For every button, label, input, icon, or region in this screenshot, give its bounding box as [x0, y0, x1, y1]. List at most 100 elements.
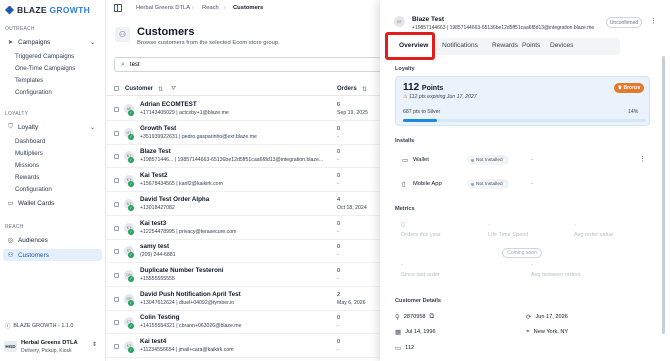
search-input[interactable] — [129, 61, 330, 68]
sidebar-item-campaigns[interactable]: ➤ Campaigns ⌄ — [3, 36, 102, 48]
metric-label: Avg order value — [574, 232, 614, 238]
sort-icon[interactable]: ⇅ — [362, 86, 367, 93]
sidebar-item-dashboard[interactable]: Dashboard — [15, 138, 45, 145]
row-checkbox[interactable] — [114, 225, 119, 231]
store-name[interactable]: Herbal Greens DTLA — [21, 340, 78, 346]
sidebar-item-templates[interactable]: Templates — [15, 77, 43, 84]
metric-label: Orders this year — [401, 232, 441, 238]
main-content: Herbal Greens DTLA › Reach › Customers ⚇… — [106, 0, 386, 361]
order-count: 2 — [337, 291, 341, 298]
customer-contact: +15678434565 | karif2@kaikirk.com — [140, 181, 223, 188]
order-count: 0 — [337, 149, 341, 156]
metric-since-last-order: - Since last order — [401, 262, 440, 278]
table-row[interactable]: CT Colin Testing+14155554321 | cbrann+063… — [106, 310, 386, 335]
sidebar-item-triggered-campaigns[interactable]: Triggered Campaigns — [15, 53, 74, 60]
sort-icon[interactable]: ⇅ — [158, 86, 163, 93]
row-checkbox[interactable] — [114, 249, 119, 255]
order-count: 0 — [337, 339, 341, 345]
sidebar-toggle-icon[interactable] — [114, 4, 122, 12]
sidebar: BLAZE GROWTH OUTREACH ➤ Campaigns ⌄ Trig… — [0, 0, 106, 361]
install-status-badge: Not Installed — [467, 155, 509, 165]
sidebar-item-wallet-cards[interactable]: ▭ Wallet Cards — [3, 197, 102, 209]
blaze-logo-icon — [5, 5, 14, 15]
tab-devices[interactable]: Devices — [550, 42, 573, 49]
row-checkbox[interactable] — [114, 201, 119, 207]
store-switch-icon[interactable]: ⇕ — [92, 341, 97, 348]
column-header-orders[interactable]: Orders — [337, 86, 357, 92]
order-count: 0 — [337, 125, 341, 132]
order-count: 4 — [337, 196, 341, 203]
sidebar-item-campaign-configuration[interactable]: Configuration — [15, 89, 52, 96]
avatar: DT — [124, 198, 134, 211]
sidebar-item-label: Customers — [18, 251, 49, 259]
section-label-loyalty: LOYALTY — [5, 111, 29, 117]
table-row[interactable]: KT Kai test4 +11234556654 | jmail+cara@kai… — [106, 334, 386, 358]
chevron-down-icon: ⌄ — [89, 39, 95, 46]
search-icon: ⌕ — [121, 60, 125, 68]
table-row[interactable]: DP David Push Notification April Test+130… — [106, 287, 386, 311]
info-icon: ⓘ — [5, 324, 11, 330]
breadcrumb-separator-icon: › — [192, 5, 194, 11]
last-order-date: - — [337, 181, 339, 188]
select-all-checkbox[interactable] — [114, 86, 119, 91]
sidebar-item-missions[interactable]: Missions — [15, 162, 39, 169]
customer-details-heading: Customer Details — [395, 298, 442, 304]
status-dot-icon — [471, 158, 474, 162]
sidebar-item-multipliers[interactable]: Multipliers — [15, 150, 43, 157]
avatar: GT — [124, 127, 134, 140]
brand-logo[interactable]: BLAZE GROWTH — [5, 5, 90, 15]
table-row[interactable]: DT David Test Order Alpha+13018427082 4Oct… — [106, 192, 386, 216]
table-row[interactable]: ST samy test(209) 244-6881 0- — [106, 239, 386, 264]
order-count: 0 — [337, 173, 341, 180]
tab-rewards[interactable]: Rewards — [492, 42, 518, 49]
breadcrumb-store[interactable]: Herbal Greens DTLA — [136, 5, 190, 11]
row-checkbox[interactable] — [114, 130, 119, 136]
customer-id-value: 2870958 — [403, 314, 426, 320]
row-checkbox[interactable] — [114, 344, 119, 349]
table-row[interactable]: KT Kai Test2+15678434565 | karif2@kaikirk… — [106, 168, 386, 193]
row-checkbox[interactable] — [114, 107, 119, 112]
row-checkbox[interactable] — [114, 178, 119, 184]
sync-icon: ⟳ — [526, 314, 532, 321]
customer-contact: (209) 244-6881 — [140, 252, 176, 259]
row-checkbox[interactable] — [114, 272, 119, 278]
avatar: AE — [124, 104, 134, 116]
table-row[interactable]: KT Kai test3+12254478995 | privacy@terase… — [106, 216, 386, 240]
customer-name: David Test Order Alpha — [140, 195, 210, 203]
customer-name: Adrian ECOMTEST — [140, 101, 197, 108]
sidebar-item-rewards[interactable]: Rewards — [15, 174, 39, 181]
breadcrumb-reach[interactable]: Reach — [202, 5, 219, 11]
sidebar-item-audiences[interactable]: ◎ Audiences — [3, 234, 102, 246]
metric-value: - — [574, 222, 577, 229]
metric-value: - — [531, 262, 534, 269]
points-expiring-text: 112 pts expiring Jun 17, 2027 — [409, 94, 477, 100]
sidebar-item-customers[interactable]: ⚇ Customers — [3, 249, 102, 261]
points-value: 112 Points — [403, 82, 443, 93]
avatar: ST — [124, 246, 134, 259]
row-checkbox[interactable] — [114, 296, 119, 302]
table-row[interactable]: BT Blaze Test+198571446... | 19857144663-… — [106, 144, 386, 169]
audience-icon: ◎ — [7, 237, 14, 244]
search-box[interactable]: ⌕ — [114, 57, 382, 72]
customer-contact: +14155554321 | cbrann+063026@blaze.me — [140, 323, 242, 330]
tab-points[interactable]: Points — [522, 42, 540, 49]
customer-name: Colin Testing — [140, 314, 180, 322]
row-checkbox[interactable] — [114, 154, 119, 160]
copy-icon[interactable]: ⧉ — [430, 313, 435, 321]
more-options-icon[interactable]: ⋮ — [650, 17, 657, 25]
column-header-customer[interactable]: Customer — [125, 86, 153, 92]
scrollbar[interactable] — [662, 56, 665, 334]
sidebar-item-loyalty-configuration[interactable]: Configuration — [15, 186, 52, 193]
tab-notifications[interactable]: Notifications — [442, 42, 478, 49]
table-row[interactable]: GT Growth Test+351939922631 | pedro.gaspa… — [106, 121, 386, 145]
filter-icon[interactable]: ⛛ — [171, 86, 176, 93]
tier-progress-bar — [403, 119, 646, 122]
install-name: Wallet — [413, 157, 429, 163]
table-row[interactable]: AE Adrian ECOMTEST +17143405029 | actcsby+… — [106, 97, 386, 121]
row-checkbox[interactable] — [114, 320, 119, 326]
sidebar-item-loyalty[interactable]: ⛉ Loyalty ⌄ — [3, 121, 102, 133]
more-options-icon[interactable]: ⋮ — [639, 155, 646, 163]
table-row[interactable]: DN Duplicate Number Testeroni+15555555555… — [106, 263, 386, 287]
avatar: DP — [124, 293, 134, 306]
sidebar-item-one-time-campaigns[interactable]: One-Time Campaigns — [15, 65, 75, 72]
